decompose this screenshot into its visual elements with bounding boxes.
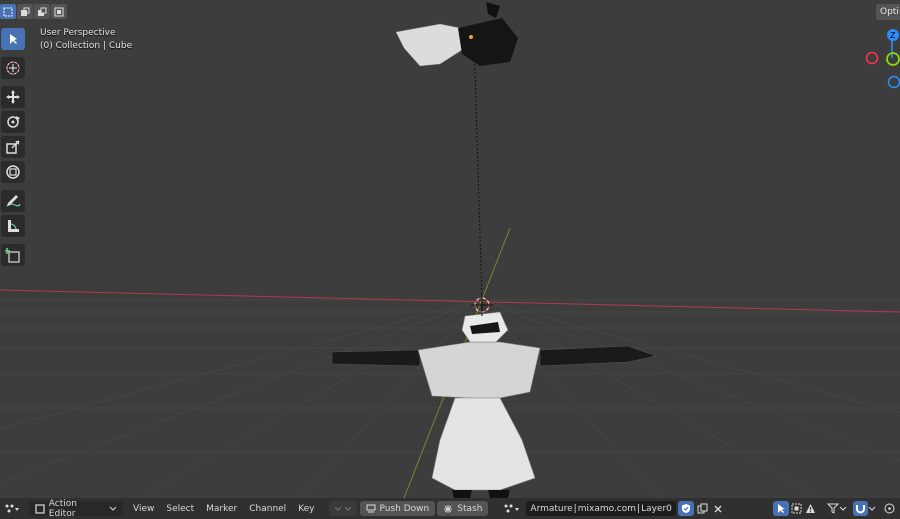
proportional-circle-icon — [884, 503, 895, 514]
scale-icon — [6, 140, 20, 154]
light-object — [395, 2, 518, 67]
select-extend-icon — [21, 7, 30, 16]
only-show-selected-toggle[interactable] — [773, 501, 789, 516]
add-cube-icon — [5, 248, 20, 263]
shield-icon — [681, 504, 690, 513]
select-invert-mode-button[interactable] — [51, 4, 67, 19]
add-cube-tool[interactable] — [1, 244, 25, 266]
viewport-info: User Perspective (0) Collection | Cube — [40, 27, 132, 53]
ruler-icon — [8, 220, 19, 232]
x-axis-line — [0, 289, 900, 313]
menu-view[interactable]: View — [127, 500, 160, 517]
annotate-pencil-icon — [6, 195, 21, 207]
character-mesh — [331, 311, 657, 498]
mode-selector[interactable]: Action Editor — [29, 498, 123, 519]
menu-key[interactable]: Key — [292, 500, 320, 517]
action-up-down-buttons[interactable] — [328, 501, 357, 516]
select-mode-buttons — [0, 4, 67, 19]
cursor-arrow-icon — [778, 504, 785, 513]
cursor-arrow-icon — [10, 34, 17, 44]
menu-select[interactable]: Select — [160, 500, 200, 517]
menu-channel[interactable]: Channel — [243, 500, 292, 517]
push-down-label: Push Down — [379, 503, 430, 514]
cursor-tool[interactable] — [1, 57, 25, 79]
chevron-down-icon — [109, 506, 117, 511]
armature-object-name: Armature — [530, 503, 573, 514]
dashed-box-icon — [791, 503, 802, 514]
view-name: User Perspective — [40, 28, 116, 38]
select-invert-icon — [54, 7, 64, 16]
select-box-tool[interactable] — [1, 28, 25, 50]
tool-shelf — [1, 28, 27, 269]
filters-dropdown[interactable] — [827, 500, 851, 517]
duplicate-icon — [697, 503, 708, 514]
3d-cursor-icon — [6, 61, 20, 75]
select-extend-mode-button[interactable] — [17, 4, 33, 19]
select-new-icon — [3, 7, 13, 16]
warning-icon — [806, 504, 815, 513]
stash-icon — [444, 504, 453, 513]
3d-cursor — [471, 294, 493, 316]
action-name: mixamo.com — [577, 503, 637, 514]
move-arrows-icon — [6, 90, 20, 104]
scene-canvas[interactable] — [0, 0, 900, 498]
chevron-down-icon — [868, 506, 876, 511]
fake-user-toggle[interactable] — [677, 501, 694, 516]
filter-icon — [827, 503, 847, 514]
dopesheet-icon — [5, 504, 19, 512]
z-axis-label: Z — [890, 31, 896, 40]
layer-name: Layer0 — [641, 503, 672, 514]
axis-gizmo-icon[interactable]: Z — [860, 26, 900, 96]
show-hidden-toggle[interactable] — [791, 500, 805, 517]
menu-marker[interactable]: Marker — [200, 500, 243, 517]
rotate-icon — [7, 116, 20, 128]
rotate-tool[interactable] — [1, 111, 25, 133]
only-show-errors-toggle[interactable] — [805, 500, 819, 517]
mode-label: Action Editor — [48, 498, 77, 519]
neg-z-axis-handle — [887, 75, 900, 89]
snap-magnet-icon — [856, 505, 865, 514]
action-name-field[interactable]: Armature | mixamo.com | Layer0 — [526, 501, 676, 516]
navigation-gizmo[interactable]: Z — [860, 26, 900, 96]
transform-tool[interactable] — [1, 161, 25, 183]
select-subtract-icon — [38, 7, 47, 16]
stash-label: Stash — [457, 503, 483, 514]
scale-tool[interactable] — [1, 136, 25, 158]
transform-icon — [6, 165, 20, 179]
stash-button[interactable]: Stash — [437, 501, 489, 516]
select-new-mode-button[interactable] — [0, 4, 16, 19]
close-icon — [714, 505, 722, 512]
editor-type-selector[interactable] — [3, 500, 23, 517]
y-axis-handle — [886, 52, 900, 66]
light-relation-line — [473, 39, 483, 301]
move-tool[interactable] — [1, 86, 25, 108]
measure-tool[interactable] — [1, 215, 25, 237]
proportional-editing-toggle[interactable] — [884, 500, 898, 517]
unlink-action-button[interactable] — [713, 500, 727, 517]
snap-mode-dropdown[interactable] — [868, 500, 880, 517]
dopesheet-header: Action Editor View Select Marker Channel… — [0, 498, 900, 519]
action-editor-icon — [35, 503, 45, 514]
annotate-tool[interactable] — [1, 190, 25, 212]
collection-info: (0) Collection | Cube — [40, 41, 133, 51]
push-down-icon — [366, 504, 376, 512]
push-down-button[interactable]: Push Down — [359, 501, 436, 516]
action-browse-button[interactable] — [502, 500, 524, 517]
viewport-options-button[interactable]: Opti — [876, 4, 900, 20]
auto-snapping-toggle[interactable] — [853, 501, 868, 516]
chevron-down-icon — [334, 506, 351, 511]
select-subtract-mode-button[interactable] — [34, 4, 50, 19]
action-browse-icon — [504, 504, 520, 512]
duplicate-action-button[interactable] — [697, 500, 711, 517]
neg-x-axis-handle — [865, 51, 879, 65]
3d-viewport[interactable]: User Perspective (0) Collection | Cube O… — [0, 0, 900, 498]
